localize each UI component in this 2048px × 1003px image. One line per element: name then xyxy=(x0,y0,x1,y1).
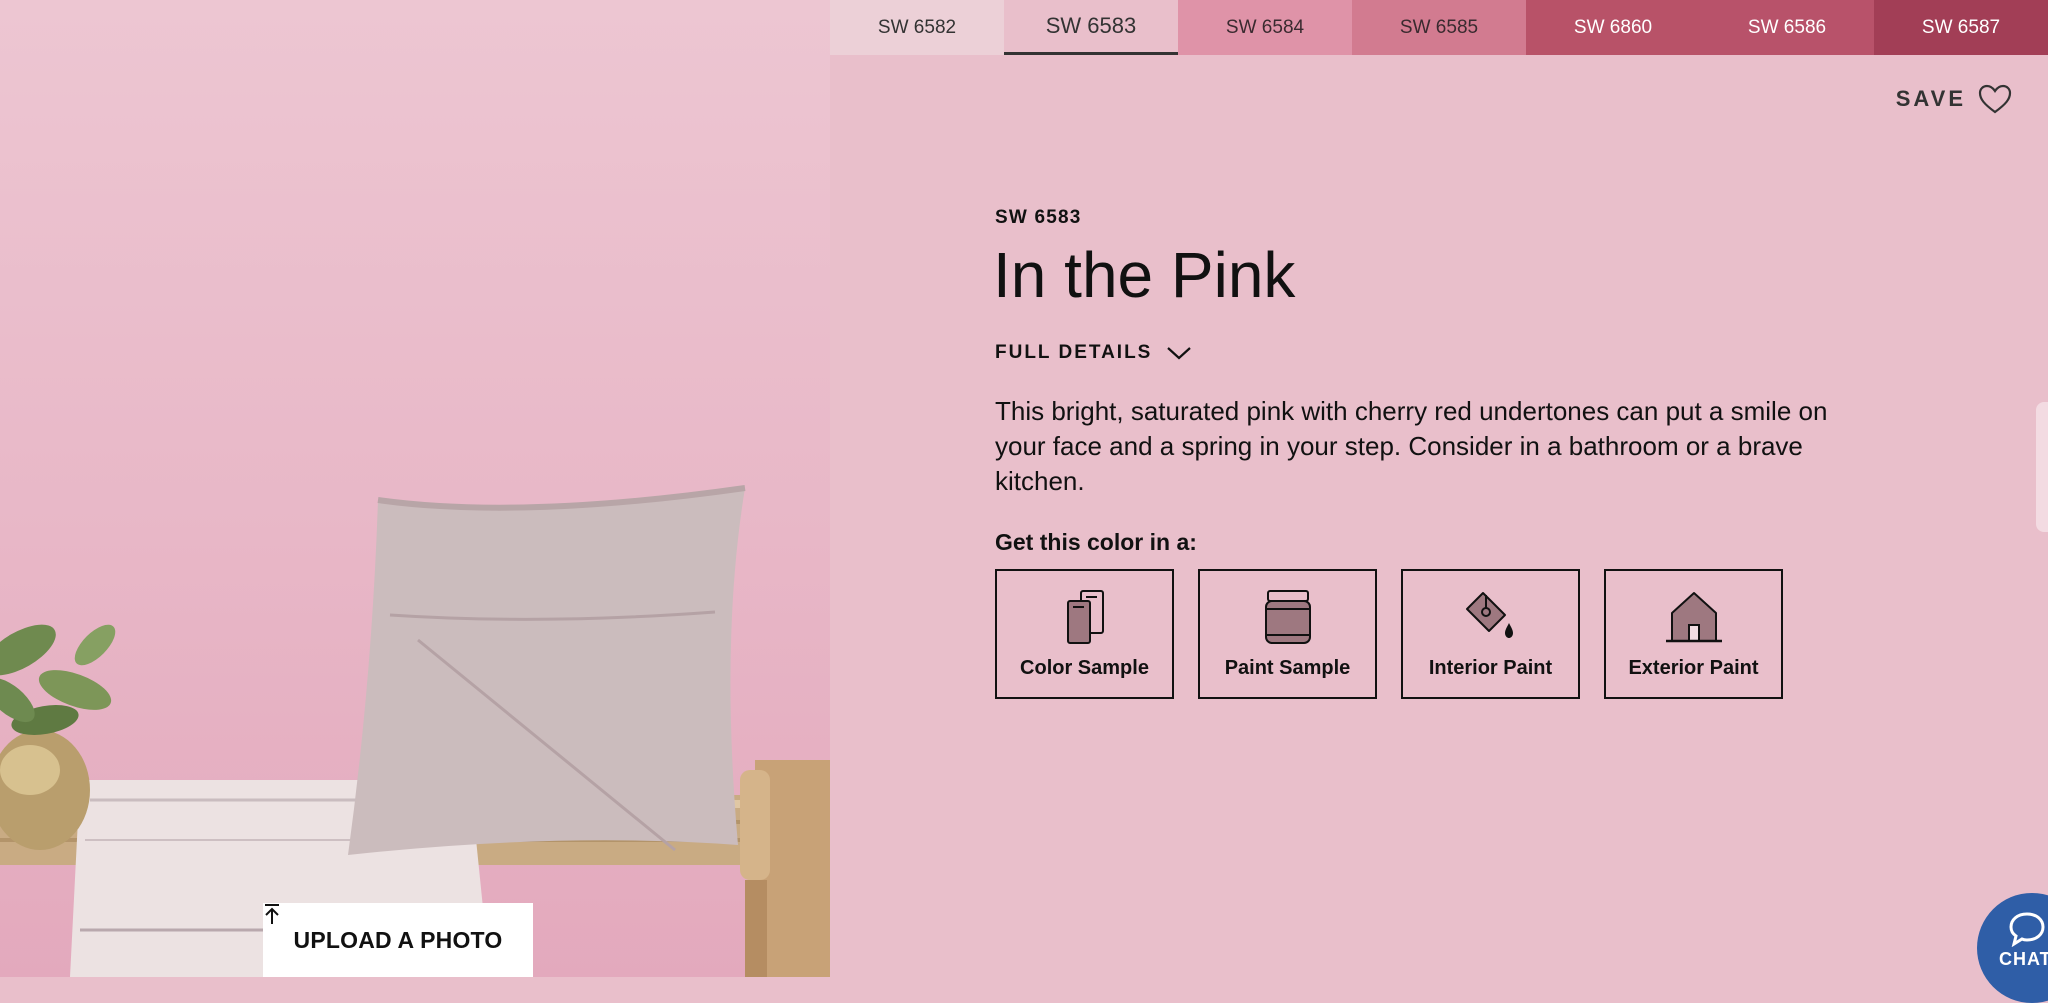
side-scroll-tab[interactable] xyxy=(2036,402,2048,532)
house-icon xyxy=(1665,592,1722,643)
swatch-code: SW 6582 xyxy=(877,16,957,38)
chevron-down-icon xyxy=(1167,347,1192,360)
swatch-sw-6585[interactable]: SW 6585 xyxy=(1352,0,1526,55)
paint-jar-icon xyxy=(1264,590,1311,644)
full-details-toggle[interactable]: FULL DETAILS xyxy=(995,342,1192,364)
swatch-code: SW 6860 xyxy=(1573,16,1653,38)
chat-label: CHAT xyxy=(1999,949,2048,969)
swatch-sw-6860[interactable]: SW 6860 xyxy=(1526,0,1700,55)
save-label: SAVE xyxy=(1895,86,1966,111)
chat-bubble-icon xyxy=(2009,912,2045,947)
heart-icon xyxy=(1978,84,2012,114)
swatch-sw-6582[interactable]: SW 6582 xyxy=(830,0,1004,55)
chat-button[interactable]: CHAT xyxy=(1977,893,2048,1003)
upload-photo-label: UPLOAD A PHOTO xyxy=(293,926,503,953)
swatch-code: SW 6583 xyxy=(1045,13,1137,38)
option-label: Paint Sample xyxy=(1224,657,1351,679)
swatch-code: SW 6584 xyxy=(1225,16,1305,38)
color-swatch-strip: SW 6582 SW 6583 SW 6584 SW 6585 SW 6860 … xyxy=(830,0,2048,55)
interior-paint-option[interactable]: Interior Paint xyxy=(1401,569,1580,699)
option-label: Interior Paint xyxy=(1428,657,1553,679)
option-label: Color Sample xyxy=(1020,657,1149,679)
upload-icon xyxy=(265,904,279,924)
paint-bucket-icon xyxy=(1465,592,1513,638)
room-photo: UPLOAD A PHOTO xyxy=(0,0,830,977)
exterior-paint-option[interactable]: Exterior Paint xyxy=(1604,569,1783,699)
get-color-label: Get this color in a: xyxy=(995,529,1197,555)
swatch-code: SW 6585 xyxy=(1399,16,1479,38)
purchase-options: Color Sample Paint Sample Interior Paint… xyxy=(995,569,1783,699)
save-button[interactable]: SAVE xyxy=(1896,84,2012,114)
upload-photo-button[interactable]: UPLOAD A PHOTO xyxy=(263,903,533,977)
swatch-code: SW 6587 xyxy=(1921,16,2001,38)
color-sample-icon xyxy=(1066,590,1104,644)
room-illustration xyxy=(0,485,830,977)
paint-sample-option[interactable]: Paint Sample xyxy=(1198,569,1377,699)
swatch-sw-6584[interactable]: SW 6584 xyxy=(1178,0,1352,55)
swatch-sw-6586[interactable]: SW 6586 xyxy=(1700,0,1874,55)
swatch-sw-6583[interactable]: SW 6583 xyxy=(1004,0,1178,55)
swatch-code: SW 6586 xyxy=(1747,16,1827,38)
color-sample-option[interactable]: Color Sample xyxy=(995,569,1174,699)
swatch-sw-6587[interactable]: SW 6587 xyxy=(1874,0,2048,55)
full-details-label: FULL DETAILS xyxy=(995,342,1153,363)
color-description: This bright, saturated pink with cherry … xyxy=(995,396,1828,496)
color-code: SW 6583 xyxy=(995,207,1082,228)
color-name: In the Pink xyxy=(993,239,1296,311)
option-label: Exterior Paint xyxy=(1628,657,1759,679)
